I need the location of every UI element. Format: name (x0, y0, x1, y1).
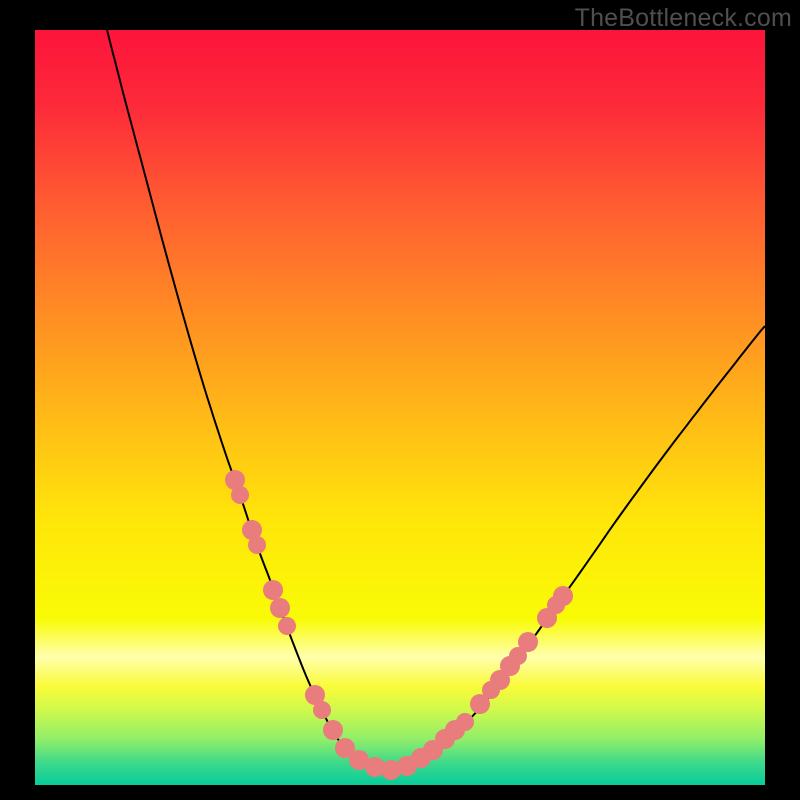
chart-plot-area (35, 30, 765, 785)
curve-marker (248, 536, 266, 554)
curve-marker (456, 713, 474, 731)
curve-marker (553, 586, 573, 606)
curve-marker (518, 632, 538, 652)
curve-marker (231, 486, 249, 504)
curve-marker (313, 701, 331, 719)
gradient-rect (35, 30, 765, 785)
curve-marker (263, 580, 283, 600)
watermark-text: TheBottleneck.com (575, 4, 792, 33)
chart-svg (35, 30, 765, 785)
chart-frame: TheBottleneck.com (0, 0, 800, 800)
curve-marker (278, 617, 296, 635)
curve-marker (270, 598, 290, 618)
curve-marker (323, 720, 343, 740)
